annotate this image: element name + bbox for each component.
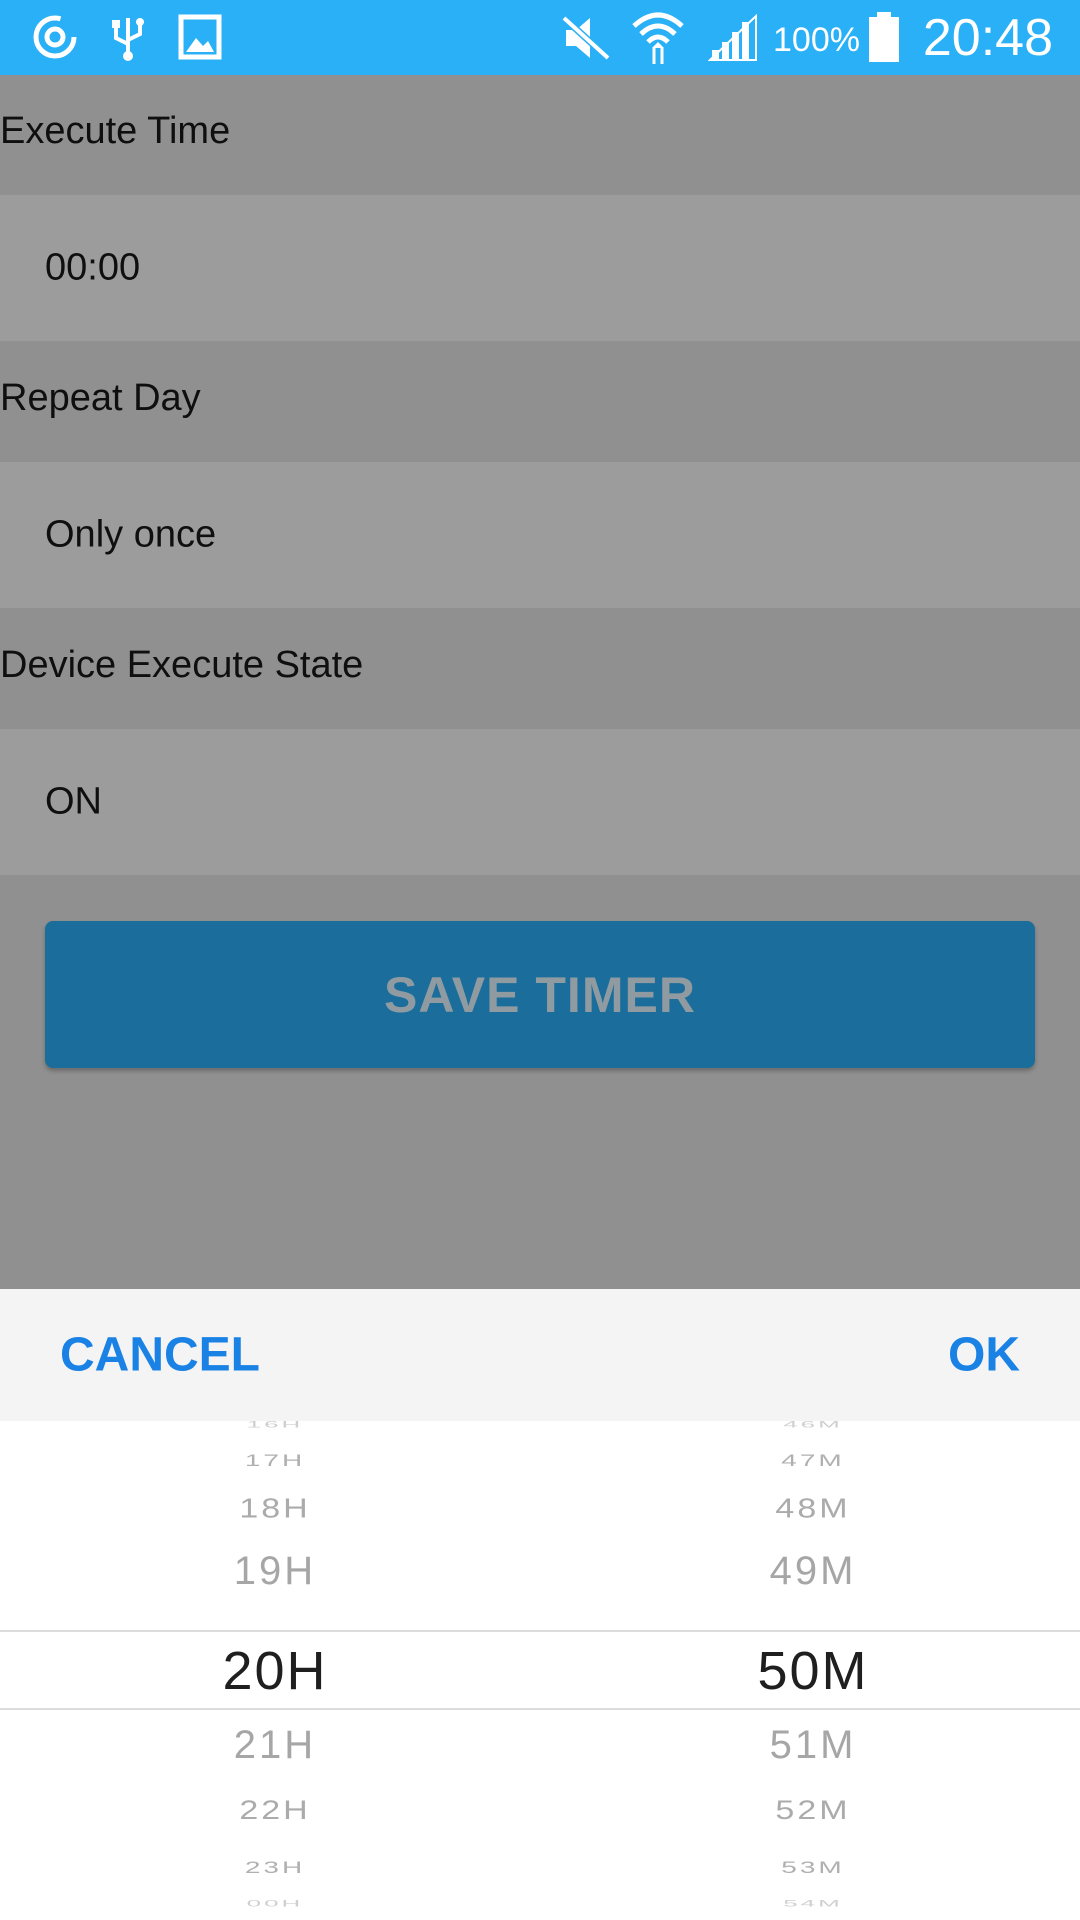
minute-option[interactable]: 54M bbox=[663, 1898, 963, 1909]
execute-time-label: Execute Time bbox=[0, 110, 231, 152]
hour-option[interactable]: 21H bbox=[125, 1723, 425, 1768]
timer-screen: 100% 20:48 Execute Time 00:00 Repeat Day… bbox=[0, 0, 1080, 1920]
battery-percent: 100% bbox=[773, 21, 860, 59]
minute-option[interactable]: 47M bbox=[663, 1451, 963, 1470]
timer-form: Execute Time 00:00 Repeat Day Only once … bbox=[0, 75, 1080, 1289]
sync-icon bbox=[30, 12, 80, 66]
repeat-day-value: Only once bbox=[45, 513, 217, 556]
execute-time-value: 00:00 bbox=[45, 246, 141, 289]
device-state-label: Device Execute State bbox=[0, 644, 364, 686]
hour-option[interactable]: 17H bbox=[125, 1451, 425, 1470]
hour-option[interactable]: 00H bbox=[125, 1898, 425, 1909]
cancel-button[interactable]: CANCEL bbox=[60, 1328, 260, 1383]
selection-line-top bbox=[0, 1630, 1080, 1632]
minute-option[interactable]: 46M bbox=[663, 1421, 963, 1430]
hour-option[interactable]: 22H bbox=[125, 1795, 425, 1826]
hour-option[interactable]: 18H bbox=[125, 1493, 425, 1525]
time-picker: 16H 17H 18H 19H 20H 21H 22H 23H 00H 46M … bbox=[0, 1421, 1080, 1920]
save-timer-button[interactable]: SAVE TIMER bbox=[45, 921, 1035, 1068]
battery-icon bbox=[866, 10, 902, 68]
status-bar: 100% 20:48 bbox=[0, 0, 1080, 75]
image-icon bbox=[178, 14, 222, 64]
hour-option[interactable]: 23H bbox=[125, 1858, 425, 1877]
usb-icon bbox=[108, 14, 148, 66]
hour-option[interactable]: 19H bbox=[125, 1549, 425, 1594]
hour-option[interactable]: 16H bbox=[125, 1421, 425, 1430]
save-timer-label: SAVE TIMER bbox=[384, 966, 696, 1023]
minute-option[interactable]: 53M bbox=[663, 1858, 963, 1877]
hour-option-selected[interactable]: 20H bbox=[125, 1640, 425, 1702]
repeat-day-field[interactable]: Only once bbox=[0, 462, 1080, 608]
minute-option-selected[interactable]: 50M bbox=[663, 1640, 963, 1702]
selection-line-bottom bbox=[0, 1708, 1080, 1710]
ok-button[interactable]: OK bbox=[948, 1328, 1020, 1383]
signal-icon bbox=[707, 13, 758, 66]
device-state-field[interactable]: ON bbox=[0, 729, 1080, 875]
repeat-day-label: Repeat Day bbox=[0, 377, 201, 419]
clock-time: 20:48 bbox=[922, 9, 1053, 67]
device-state-value: ON bbox=[45, 780, 102, 823]
minute-option[interactable]: 48M bbox=[663, 1493, 963, 1525]
mute-icon bbox=[560, 14, 612, 66]
wifi-icon bbox=[630, 8, 686, 70]
minute-option[interactable]: 49M bbox=[663, 1549, 963, 1594]
picker-toolbar: CANCEL OK bbox=[0, 1289, 1080, 1421]
execute-time-field[interactable]: 00:00 bbox=[0, 195, 1080, 341]
minute-option[interactable]: 51M bbox=[663, 1723, 963, 1768]
minute-option[interactable]: 52M bbox=[663, 1795, 963, 1826]
